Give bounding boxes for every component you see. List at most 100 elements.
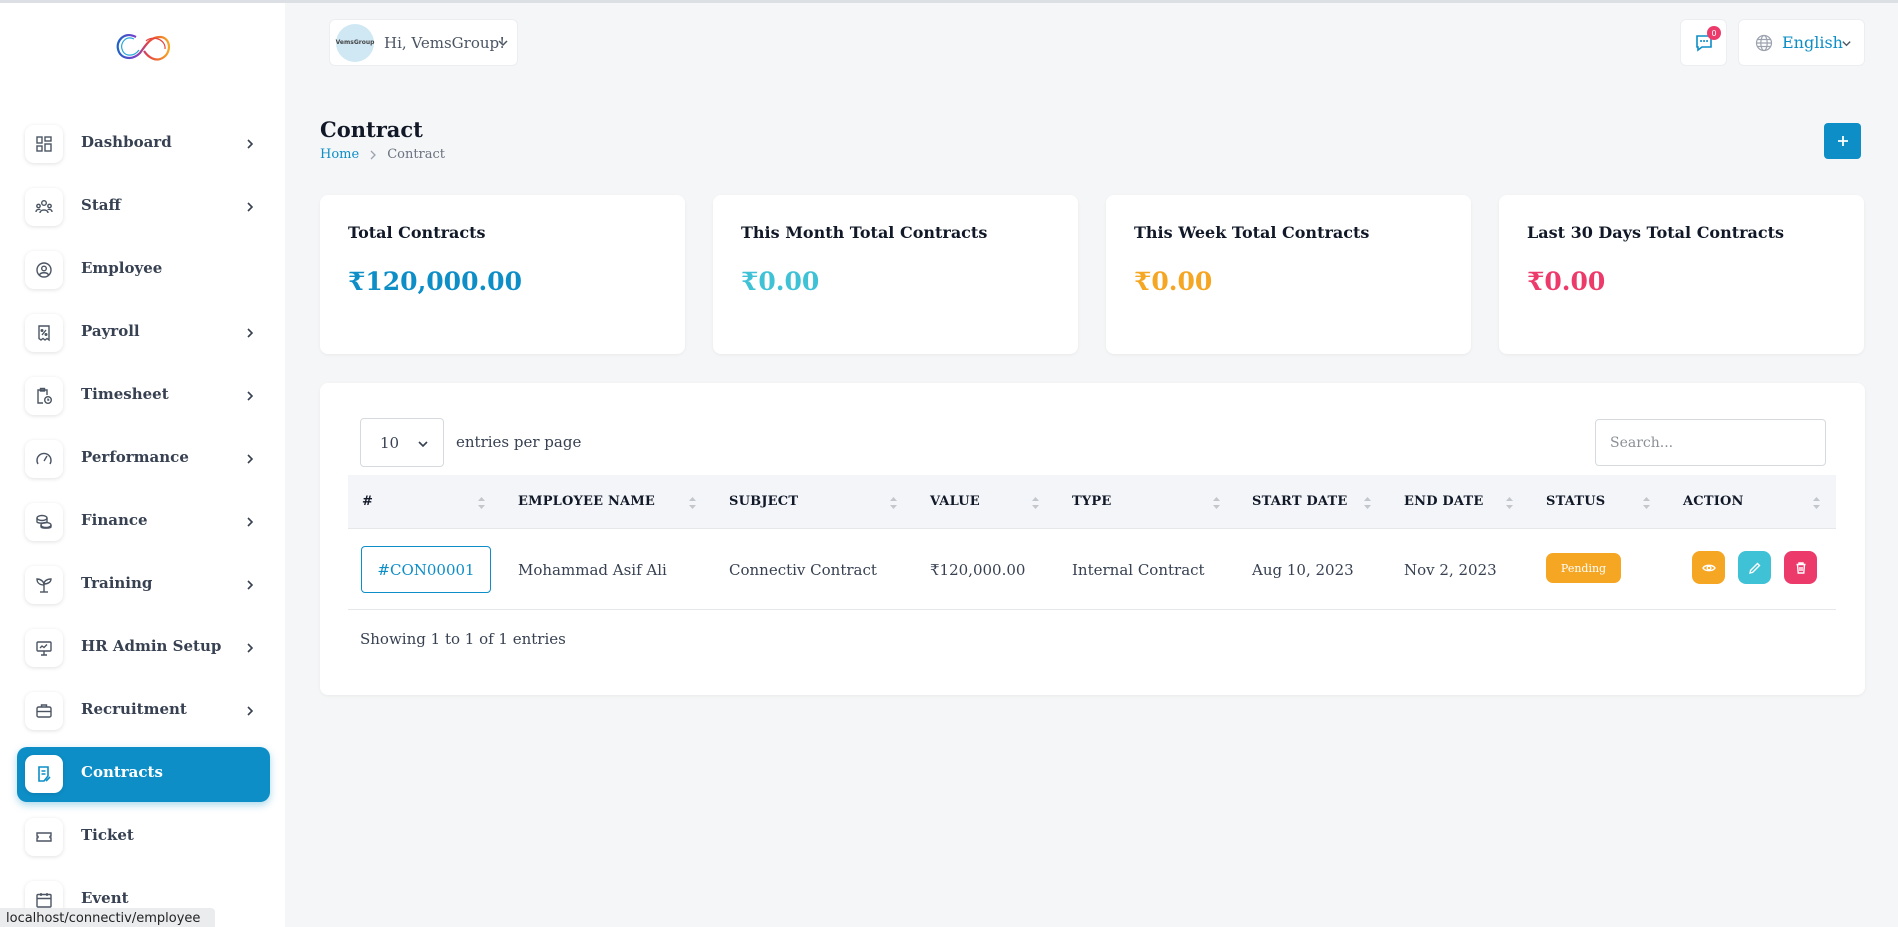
sort-icon[interactable] <box>1642 495 1651 511</box>
user-menu[interactable]: VemsGroup Hi, VemsGroup! <box>329 19 518 66</box>
add-contract-button[interactable] <box>1824 123 1861 159</box>
breadcrumb: Home Contract <box>320 147 445 162</box>
sort-icon[interactable] <box>1031 495 1040 511</box>
stat-card-title: This Week Total Contracts <box>1134 223 1370 242</box>
app-logo[interactable] <box>112 27 174 71</box>
column-header-subject[interactable]: SUBJECT <box>729 494 798 509</box>
edit-button[interactable] <box>1738 551 1771 584</box>
chevron-right-icon <box>247 454 254 464</box>
sort-icon[interactable] <box>1812 495 1821 511</box>
chevron-down-icon <box>418 441 428 448</box>
sort-icon[interactable] <box>477 495 486 511</box>
plus-icon <box>1837 136 1848 146</box>
plant-icon <box>25 566 63 604</box>
chevron-right-icon <box>247 580 254 590</box>
sidebar-item-employee[interactable]: Employee <box>17 243 270 298</box>
clipboard-clock-icon <box>25 377 63 415</box>
language-selector[interactable]: English <box>1738 19 1865 66</box>
sort-icon[interactable] <box>1212 495 1221 511</box>
table-header: # EMPLOYEE NAME SUBJECT VALUE TYPE START… <box>348 475 1836 529</box>
entries-per-page-label: entries per page <box>456 433 582 451</box>
sidebar-item-label: Timesheet <box>81 385 169 403</box>
sidebar-item-label: HR Admin Setup <box>81 637 222 655</box>
view-button[interactable] <box>1692 551 1725 584</box>
breadcrumb-current: Contract <box>387 147 446 162</box>
column-header-employee-name[interactable]: EMPLOYEE NAME <box>518 494 655 509</box>
chevron-right-icon <box>247 328 254 338</box>
column-header-id[interactable]: # <box>362 494 373 509</box>
cell-start-date: Aug 10, 2023 <box>1252 561 1354 579</box>
notifications-button[interactable]: 0 <box>1680 19 1727 66</box>
contracts-table-panel: 10 entries per page # EMPLOYEE NAME SUBJ… <box>320 383 1865 695</box>
column-header-type[interactable]: TYPE <box>1072 494 1111 509</box>
cell-subject: Connectiv Contract <box>729 561 877 579</box>
user-greeting: Hi, VemsGroup! <box>384 33 506 52</box>
column-header-action: ACTION <box>1683 494 1744 509</box>
stat-card-title: Total Contracts <box>348 223 486 242</box>
cell-value: ₹120,000.00 <box>930 561 1026 579</box>
breadcrumb-home-link[interactable]: Home <box>320 147 359 162</box>
users-icon <box>25 188 63 226</box>
sidebar-item-finance[interactable]: Finance <box>17 495 270 550</box>
sort-icon[interactable] <box>889 495 898 511</box>
sort-icon[interactable] <box>1363 495 1372 511</box>
gauge-icon <box>25 440 63 478</box>
sidebar-item-hr-admin-setup[interactable]: HR Admin Setup <box>17 621 270 676</box>
column-header-status[interactable]: STATUS <box>1546 494 1605 509</box>
eye-icon <box>1701 564 1716 571</box>
chevron-down-icon <box>1842 41 1851 47</box>
sidebar-item-label: Employee <box>81 259 163 277</box>
stat-card-value: ₹0.00 <box>1134 267 1213 296</box>
sidebar-item-label: Performance <box>81 448 189 466</box>
cell-employee-name: Mohammad Asif Ali <box>518 561 667 579</box>
chevron-right-icon <box>247 517 254 527</box>
chevron-down-icon <box>498 40 508 47</box>
sidebar-item-recruitment[interactable]: Recruitment <box>17 684 270 739</box>
pencil-icon <box>1748 562 1760 574</box>
cell-end-date: Nov 2, 2023 <box>1404 561 1497 579</box>
stat-card-last-30-days: Last 30 Days Total Contracts ₹0.00 <box>1499 195 1864 354</box>
search-input[interactable] <box>1595 419 1826 466</box>
sidebar-item-payroll[interactable]: Payroll <box>17 306 270 361</box>
sidebar-item-dashboard[interactable]: Dashboard <box>17 117 270 172</box>
column-header-end-date[interactable]: END DATE <box>1404 494 1483 509</box>
column-header-value[interactable]: VALUE <box>930 494 980 509</box>
entries-per-page-value: 10 <box>380 433 400 452</box>
sidebar-item-contracts[interactable]: Contracts <box>17 747 270 802</box>
sidebar-item-training[interactable]: Training <box>17 558 270 613</box>
chevron-right-icon <box>247 391 254 401</box>
stat-card-title: Last 30 Days Total Contracts <box>1527 223 1785 242</box>
contract-id-link[interactable]: #CON00001 <box>361 546 491 593</box>
column-header-start-date[interactable]: START DATE <box>1252 494 1347 509</box>
avatar: VemsGroup <box>336 23 374 62</box>
chevron-right-icon <box>247 706 254 716</box>
stat-card-this-month: This Month Total Contracts ₹0.00 <box>713 195 1078 354</box>
stat-card-value: ₹120,000.00 <box>348 267 522 296</box>
sidebar-item-label: Finance <box>81 511 148 529</box>
language-label: English <box>1782 33 1843 52</box>
stat-card-value: ₹0.00 <box>741 267 820 296</box>
user-circle-icon <box>25 251 63 289</box>
sidebar-item-staff[interactable]: Staff <box>17 180 270 235</box>
stat-card-this-week: This Week Total Contracts ₹0.00 <box>1106 195 1471 354</box>
table-row: #CON00001 Mohammad Asif Ali Connectiv Co… <box>348 529 1836 610</box>
sidebar-item-ticket[interactable]: Ticket <box>17 810 270 865</box>
coins-icon <box>25 503 63 541</box>
sidebar-item-label: Dashboard <box>81 133 172 151</box>
entries-per-page-select[interactable]: 10 <box>360 418 444 467</box>
sidebar-item-performance[interactable]: Performance <box>17 432 270 487</box>
sidebar: Dashboard Staff Employee Payroll Timeshe… <box>0 3 285 927</box>
page-title: Contract <box>320 117 423 142</box>
sidebar-item-label: Ticket <box>81 826 134 844</box>
sort-icon[interactable] <box>688 495 697 511</box>
table-info: Showing 1 to 1 of 1 entries <box>360 630 566 648</box>
sort-icon[interactable] <box>1505 495 1514 511</box>
browser-status-url: localhost/connectiv/employee <box>0 908 215 927</box>
chevron-right-icon <box>370 150 377 159</box>
sidebar-item-timesheet[interactable]: Timesheet <box>17 369 270 424</box>
sidebar-item-label: Training <box>81 574 153 592</box>
delete-button[interactable] <box>1784 551 1817 584</box>
stat-card-total-contracts: Total Contracts ₹120,000.00 <box>320 195 685 354</box>
sidebar-item-label: Event <box>81 889 129 907</box>
chevron-right-icon <box>247 643 254 653</box>
